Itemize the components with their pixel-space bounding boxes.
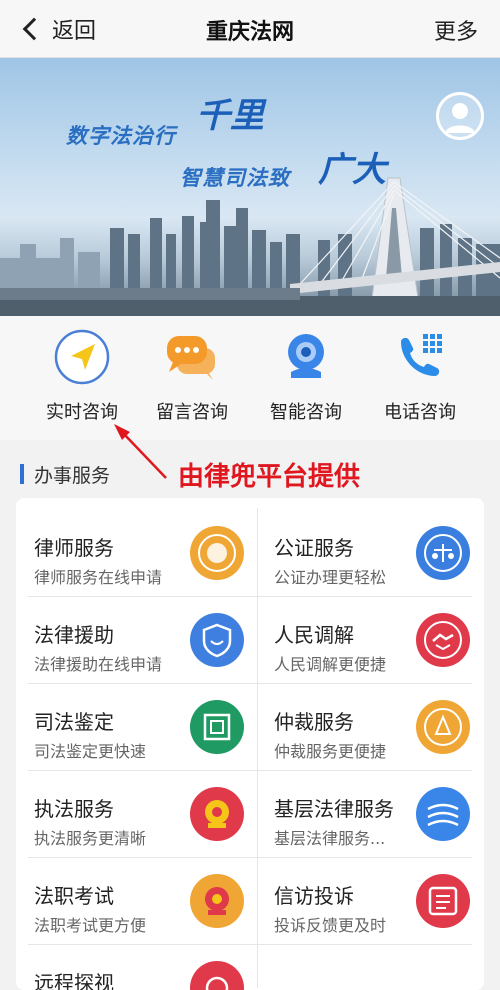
quick-item-message-consult[interactable]: 留言咨询: [132, 328, 252, 424]
service-subtitle: 律师服务在线申请: [34, 568, 163, 587]
service-grassroots-legal[interactable]: 基层法律服务 基层法律服务...: [256, 771, 484, 858]
quick-item-label: 电话咨询: [384, 402, 456, 423]
quick-item-label: 留言咨询: [156, 402, 228, 423]
service-title: 法职考试: [34, 884, 114, 908]
banner-slogan-line1: 数字法治行: [66, 124, 176, 148]
service-subtitle: 公证办理更轻松: [274, 568, 387, 587]
service-grid: 律师服务 律师服务在线申请 公证服务 公证办理更轻松 法律援助 法律援助在线申请…: [16, 498, 484, 990]
lawyer-badge-icon: [190, 526, 244, 580]
page-title: 重庆法网: [205, 20, 294, 45]
service-title: 公证服务: [274, 536, 354, 560]
remote-visit-icon: [190, 961, 244, 990]
service-subtitle: 执法服务更清晰: [34, 829, 147, 848]
service-subtitle: 法律援助在线申请: [34, 655, 163, 674]
user-avatar-icon: [445, 103, 475, 133]
more-button[interactable]: 更多: [434, 14, 478, 46]
service-lawyer[interactable]: 律师服务 律师服务在线申请: [16, 510, 250, 597]
quick-consult-row: 实时咨询 留言咨询 智能咨询 电话咨询: [0, 316, 500, 440]
service-law-enforcement[interactable]: 执法服务 执法服务更清晰: [16, 771, 250, 858]
chat-bubbles-icon: [163, 328, 221, 386]
service-arbitration[interactable]: 仲裁服务 仲裁服务更便捷: [256, 684, 484, 771]
service-title: 法律援助: [34, 623, 114, 647]
service-petition[interactable]: 信访投诉 投诉反馈更及时: [256, 858, 484, 945]
quick-item-phone-consult[interactable]: 电话咨询: [360, 328, 480, 424]
banner-slogan-line2: 智慧司法致: [180, 166, 290, 190]
service-title: 基层法律服务: [274, 797, 394, 821]
service-title: 人民调解: [274, 623, 354, 647]
annotation-text: 由律兜平台提供: [178, 462, 361, 492]
banner-slogan-big1: 千里: [196, 96, 264, 136]
service-subtitle: 法职考试更方便: [34, 916, 147, 935]
banner[interactable]: 数字法治行 千里 智慧司法致 广大: [0, 58, 500, 316]
banner-slogan-big2: 广大: [318, 150, 386, 190]
service-title: 仲裁服务: [274, 710, 354, 734]
service-title: 司法鉴定: [34, 710, 114, 734]
user-avatar-button[interactable]: [436, 92, 484, 140]
service-subtitle: 人民调解更便捷: [274, 655, 387, 674]
notary-scale-icon: [416, 526, 470, 580]
community-service-icon: [416, 787, 470, 841]
service-subtitle: 仲裁服务更便捷: [274, 742, 387, 761]
appraisal-seal-icon: [190, 700, 244, 754]
mediation-handshake-icon: [416, 613, 470, 667]
service-subtitle: 司法鉴定更快速: [34, 742, 147, 761]
quick-item-label: 实时咨询: [46, 402, 118, 423]
section-title: 办事服务: [34, 464, 111, 487]
quick-item-smart-consult[interactable]: 智能咨询: [246, 328, 366, 424]
service-judicial-appraisal[interactable]: 司法鉴定 司法鉴定更快速: [16, 684, 250, 771]
service-title: 信访投诉: [274, 884, 354, 908]
webcam-robot-icon: [277, 328, 335, 386]
service-mediation[interactable]: 人民调解 人民调解更便捷: [256, 597, 484, 684]
top-navbar: 返回 重庆法网 更多: [0, 0, 500, 58]
petition-letter-icon: [416, 874, 470, 928]
service-legal-aid[interactable]: 法律援助 法律援助在线申请: [16, 597, 250, 684]
legal-aid-shield-icon: [190, 613, 244, 667]
service-subtitle: 投诉反馈更及时: [274, 916, 387, 935]
phone-keypad-icon: [391, 328, 449, 386]
quick-item-realtime-consult[interactable]: 实时咨询: [22, 328, 142, 424]
service-title: 执法服务: [34, 797, 114, 821]
navigation-arrow-icon: [53, 328, 111, 386]
service-title: 远程探视: [34, 971, 114, 990]
quick-item-label: 智能咨询: [270, 402, 342, 423]
service-title: 律师服务: [34, 536, 114, 560]
exam-emblem-icon: [190, 874, 244, 928]
service-subtitle: 基层法律服务...: [274, 829, 386, 848]
arbitration-emblem-icon: [416, 700, 470, 754]
service-remote-visit[interactable]: 远程探视: [16, 945, 250, 990]
service-notary[interactable]: 公证服务 公证办理更轻松: [256, 510, 484, 597]
national-emblem-icon: [190, 787, 244, 841]
section-accent-bar: [20, 464, 24, 484]
section-header: 办事服务: [20, 462, 111, 487]
service-legal-exam[interactable]: 法职考试 法职考试更方便: [16, 858, 250, 945]
